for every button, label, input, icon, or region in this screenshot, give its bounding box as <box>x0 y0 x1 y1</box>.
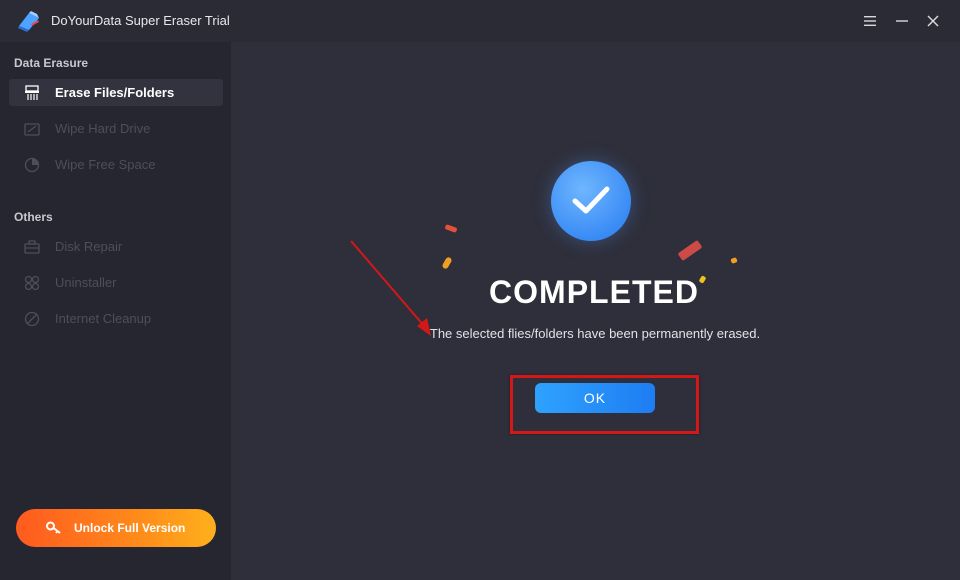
sidebar-item-internet-cleanup[interactable]: Internet Cleanup <box>9 305 223 332</box>
shredder-icon <box>24 85 40 101</box>
hamburger-menu-icon <box>864 16 876 26</box>
sidebar-item-wipe-free-space[interactable]: Wipe Free Space <box>9 151 223 178</box>
main-panel <box>231 42 960 580</box>
section-label-data-erasure: Data Erasure <box>14 56 89 70</box>
globe-broom-icon <box>24 311 40 327</box>
completed-heading: COMPLETED <box>489 274 699 310</box>
title-bar: DoYourData Super Eraser Trial <box>0 0 960 42</box>
hard-drive-icon <box>24 121 40 137</box>
completion-message: The selected flies/folders have been per… <box>429 326 761 341</box>
toolbox-icon <box>24 239 40 255</box>
close-icon <box>927 15 939 27</box>
unlock-button-label: Unlock Full Version <box>74 521 186 535</box>
unlock-full-version-button[interactable]: Unlock Full Version <box>16 509 216 547</box>
sidebar-item-erase-files-folders[interactable]: Erase Files/Folders <box>9 79 223 106</box>
app-title: DoYourData Super Eraser Trial <box>51 13 230 28</box>
pie-chart-icon <box>24 157 40 173</box>
key-icon <box>46 521 62 535</box>
section-label-others: Others <box>14 210 53 224</box>
minimize-icon <box>896 20 908 22</box>
sidebar-item-uninstaller[interactable]: Uninstaller <box>9 269 223 296</box>
sidebar-item-label: Erase Files/Folders <box>55 85 175 100</box>
sidebar-item-disk-repair[interactable]: Disk Repair <box>9 233 223 260</box>
sidebar-item-label: Internet Cleanup <box>55 311 152 326</box>
success-status-circle <box>551 161 631 241</box>
minimize-button[interactable] <box>891 10 913 32</box>
sidebar-item-label: Disk Repair <box>55 239 123 254</box>
sidebar: Data Erasure Erase Files/Folders Wipe Ha… <box>0 42 231 580</box>
sidebar-item-wipe-hard-drive[interactable]: Wipe Hard Drive <box>9 115 223 142</box>
close-button[interactable] <box>922 10 944 32</box>
check-mark-icon <box>572 186 610 214</box>
eraser-logo-icon <box>17 10 41 32</box>
annotation-highlight-box <box>510 375 699 434</box>
menu-button[interactable] <box>859 10 881 32</box>
sidebar-item-label: Uninstaller <box>55 275 117 290</box>
sidebar-item-label: Wipe Hard Drive <box>55 121 151 136</box>
grid-apps-icon <box>24 275 40 291</box>
sidebar-item-label: Wipe Free Space <box>55 157 156 172</box>
